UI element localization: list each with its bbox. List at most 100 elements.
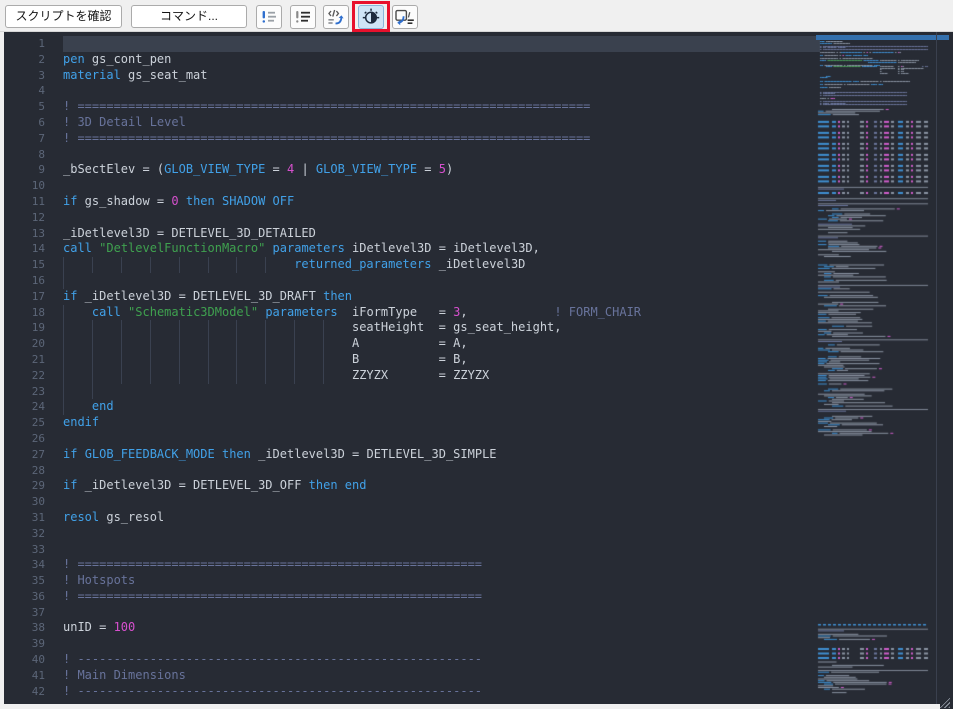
line-number: 18 xyxy=(4,305,45,321)
code-line[interactable]: 12 xyxy=(4,210,820,226)
code-line[interactable]: 7 ! =====================================… xyxy=(4,131,820,147)
minimap[interactable] xyxy=(816,41,932,703)
code-line[interactable]: 17if _iDetlevel3D = DETLEVEL_3D_DRAFT th… xyxy=(4,289,820,305)
code-line[interactable]: 41! Main Dimensions xyxy=(4,668,820,684)
code-line[interactable]: 19 seatHeight = gs_seat_height, xyxy=(4,320,820,336)
code-line[interactable]: 11if gs_shadow = 0 then SHADOW OFF xyxy=(4,194,820,210)
code-line-text: call "Schematic3DModel" parameters iForm… xyxy=(63,305,820,321)
line-number: 17 xyxy=(4,289,45,305)
code-line[interactable]: 13_iDetlevel3D = DETLEVEL_3D_DETAILED xyxy=(4,226,820,242)
insert-script-snippet-button[interactable] xyxy=(323,5,349,29)
invert-colors-button[interactable] xyxy=(358,5,384,29)
line-number: 22 xyxy=(4,368,45,384)
open-in-new-window-icon xyxy=(393,7,417,27)
code-line-text xyxy=(63,147,820,163)
code-line-text xyxy=(63,210,820,226)
code-line[interactable]: 39 xyxy=(4,636,820,652)
line-number: 9 xyxy=(4,162,45,178)
code-line[interactable]: 6 ! 3D Detail Level xyxy=(4,115,820,131)
line-number: 24 xyxy=(4,399,45,415)
code-line[interactable]: 21 B = B, xyxy=(4,352,820,368)
code-line-text: ! 3D Detail Level xyxy=(63,115,820,131)
line-number: 34 xyxy=(4,557,45,573)
code-line[interactable]: 31resol gs_resol xyxy=(4,510,820,526)
code-line-text: ! ======================================… xyxy=(63,99,820,115)
line-number: 25 xyxy=(4,415,45,431)
code-line[interactable]: 28 xyxy=(4,463,820,479)
line-number: 16 xyxy=(4,273,45,289)
line-number: 7 xyxy=(4,131,45,147)
code-line[interactable]: 23 xyxy=(4,384,820,400)
code-line-text: _iDetlevel3D = DETLEVEL_3D_DETAILED xyxy=(63,226,820,242)
code-line-text xyxy=(63,542,820,558)
code-line[interactable]: 8 xyxy=(4,147,820,163)
code-line[interactable]: 35! Hotspots xyxy=(4,573,820,589)
code-line[interactable]: 24 end xyxy=(4,399,820,415)
line-number: 1 xyxy=(4,36,45,52)
code-line[interactable]: 3material gs_seat_mat xyxy=(4,68,820,84)
code-line-text: call "DetlevelFunctionMacro" parameters … xyxy=(63,241,820,257)
code-line[interactable]: 4 xyxy=(4,83,820,99)
code-line-text: ZZYZX = ZZYZX xyxy=(63,368,820,384)
line-number: 3 xyxy=(4,68,45,84)
line-number: 27 xyxy=(4,447,45,463)
code-line[interactable]: 2pen gs_cont_pen xyxy=(4,52,820,68)
code-line-text: resol gs_resol xyxy=(63,510,820,526)
line-number: 4 xyxy=(4,83,45,99)
code-line[interactable]: 27if GLOB_FEEDBACK_MODE then _iDetlevel3… xyxy=(4,447,820,463)
code-line-text xyxy=(63,494,820,510)
code-line[interactable]: 25endif xyxy=(4,415,820,431)
code-line-text xyxy=(63,273,820,289)
window-bottom-edge xyxy=(0,704,940,709)
code-line[interactable]: 5! =====================================… xyxy=(4,99,820,115)
code-line[interactable]: 42! ------------------------------------… xyxy=(4,684,820,700)
code-line[interactable]: 14call "DetlevelFunctionMacro" parameter… xyxy=(4,241,820,257)
line-number: 10 xyxy=(4,178,45,194)
window-left-edge xyxy=(0,32,4,704)
comment-lines-button[interactable] xyxy=(256,5,282,29)
code-line-text: seatHeight = gs_seat_height, xyxy=(63,320,820,336)
open-in-new-window-button[interactable] xyxy=(392,5,418,29)
code-line-text: ! ======================================… xyxy=(63,131,820,147)
code-line-text xyxy=(63,463,820,479)
code-line-text xyxy=(63,384,820,400)
line-number: 29 xyxy=(4,478,45,494)
code-line[interactable]: 15 returned_parameters _iDetlevel3D xyxy=(4,257,820,273)
line-number: 6 xyxy=(4,115,45,131)
code-line[interactable]: 34! ====================================… xyxy=(4,557,820,573)
line-number: 36 xyxy=(4,589,45,605)
code-line-text xyxy=(63,636,820,652)
code-line[interactable]: 32 xyxy=(4,526,820,542)
code-line[interactable]: 1 xyxy=(4,36,820,52)
code-line[interactable]: 40! ------------------------------------… xyxy=(4,652,820,668)
code-line[interactable]: 33 xyxy=(4,542,820,558)
code-line[interactable]: 9_bSectElev = (GLOB_VIEW_TYPE = 4 | GLOB… xyxy=(4,162,820,178)
code-line-text: returned_parameters _iDetlevel3D xyxy=(63,257,820,273)
code-line-text: unID = 100 xyxy=(63,620,820,636)
check-script-button[interactable]: スクリプトを確認 xyxy=(5,5,122,28)
uncomment-lines-icon xyxy=(293,7,313,27)
code-line[interactable]: 20 A = A, xyxy=(4,336,820,352)
code-line[interactable]: 26 xyxy=(4,431,820,447)
code-line[interactable]: 16 xyxy=(4,273,820,289)
code-line[interactable]: 22 ZZYZX = ZZYZX xyxy=(4,368,820,384)
line-number: 41 xyxy=(4,668,45,684)
code-line[interactable]: 30 xyxy=(4,494,820,510)
code-line[interactable]: 36! ====================================… xyxy=(4,589,820,605)
code-line[interactable]: 29if _iDetlevel3D = DETLEVEL_3D_OFF then… xyxy=(4,478,820,494)
line-number: 35 xyxy=(4,573,45,589)
line-number: 12 xyxy=(4,210,45,226)
indent-guide xyxy=(63,273,64,289)
code-line-text xyxy=(63,36,820,52)
line-number: 33 xyxy=(4,542,45,558)
code-line-text xyxy=(63,605,820,621)
code-line[interactable]: 18 call "Schematic3DModel" parameters iF… xyxy=(4,305,820,321)
code-pane[interactable]: 12pen gs_cont_pen3material gs_seat_mat45… xyxy=(4,36,820,699)
command-button[interactable]: コマンド... xyxy=(131,5,247,28)
line-number: 20 xyxy=(4,336,45,352)
uncomment-lines-button[interactable] xyxy=(290,5,316,29)
code-line-text: ! --------------------------------------… xyxy=(63,684,820,700)
code-line[interactable]: 37 xyxy=(4,605,820,621)
code-line[interactable]: 38unID = 100 xyxy=(4,620,820,636)
code-line[interactable]: 10 xyxy=(4,178,820,194)
